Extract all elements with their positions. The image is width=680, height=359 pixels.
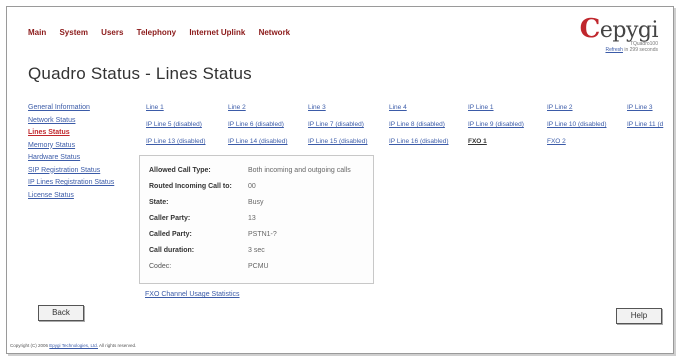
- copyright-suffix: All rights reserved.: [99, 343, 137, 348]
- copyright-prefix: Copyright (C) 2006: [10, 343, 49, 348]
- detail-label: Caller Party:: [149, 215, 191, 222]
- nav-main[interactable]: Main: [28, 28, 46, 37]
- detail-label: Codec:: [149, 263, 172, 270]
- line-details-panel: Allowed Call Type: Both incoming and out…: [139, 155, 374, 284]
- detail-label: Called Party:: [149, 231, 192, 238]
- line-link-ip-line-14[interactable]: IP Line 14 (disabled): [228, 138, 288, 145]
- line-link-fxo-2[interactable]: FXO 2: [547, 138, 566, 145]
- sidebar-item-lines-status[interactable]: Lines Status: [28, 129, 114, 142]
- nav-system[interactable]: System: [59, 28, 87, 37]
- line-link-ip-line-10[interactable]: IP Line 10 (disabled): [547, 121, 607, 128]
- line-link-ip-line-3[interactable]: IP Line 3: [627, 104, 653, 111]
- detail-value: PCMU: [248, 263, 269, 270]
- detail-value: 13: [248, 215, 256, 222]
- refresh-line: Refresh in 299 seconds: [578, 47, 658, 53]
- nav-users[interactable]: Users: [101, 28, 123, 37]
- status-sidebar: General Information Network Status Lines…: [28, 104, 114, 204]
- top-navigation: Main System Users Telephony Internet Upl…: [28, 28, 301, 37]
- logo-mark: Cepygi: [578, 14, 659, 44]
- company-link[interactable]: Epygi Technologies, Ltd.: [49, 343, 98, 348]
- nav-telephony[interactable]: Telephony: [137, 28, 176, 37]
- line-link-ip-line-16[interactable]: IP Line 16 (disabled): [389, 138, 449, 145]
- help-button[interactable]: Help: [616, 308, 662, 324]
- line-link-fxo-1[interactable]: FXO 1: [468, 138, 487, 145]
- line-link-ip-line-1[interactable]: IP Line 1: [468, 104, 494, 111]
- detail-label: Routed Incoming Call to:: [149, 183, 232, 190]
- back-button[interactable]: Back: [38, 305, 84, 321]
- detail-value: Busy: [248, 199, 264, 206]
- epygi-logo: Cepygi TQuadro100 Refresh in 299 seconds: [578, 14, 659, 53]
- line-link-line-2[interactable]: Line 2: [228, 104, 246, 111]
- logo-brand: epygi: [599, 18, 659, 43]
- nav-network[interactable]: Network: [259, 28, 291, 37]
- line-link-ip-line-11[interactable]: IP Line 11 (d: [627, 121, 663, 128]
- detail-label: State:: [149, 199, 169, 206]
- detail-value: PSTN1-?: [248, 231, 277, 238]
- line-link-ip-line-8[interactable]: IP Line 8 (disabled): [389, 121, 445, 128]
- fxo-usage-statistics-link[interactable]: FXO Channel Usage Statistics: [145, 291, 240, 298]
- line-link-ip-line-2[interactable]: IP Line 2: [547, 104, 573, 111]
- refresh-countdown: in 299 seconds: [624, 47, 658, 53]
- sidebar-item-memory-status[interactable]: Memory Status: [28, 142, 114, 155]
- line-link-ip-line-15[interactable]: IP Line 15 (disabled): [308, 138, 368, 145]
- sidebar-item-license-status[interactable]: License Status: [28, 192, 114, 205]
- copyright-footer: Copyright (C) 2006 Epygi Technologies, L…: [10, 343, 136, 348]
- refresh-link[interactable]: Refresh: [605, 47, 623, 53]
- line-link-line-3[interactable]: Line 3: [308, 104, 326, 111]
- line-link-ip-line-6[interactable]: IP Line 6 (disabled): [228, 121, 284, 128]
- detail-value: 00: [248, 183, 256, 190]
- page-title: Quadro Status - Lines Status: [28, 64, 252, 83]
- logo-c-icon: C: [579, 14, 601, 44]
- nav-internet-uplink[interactable]: Internet Uplink: [189, 28, 245, 37]
- sidebar-item-network-status[interactable]: Network Status: [28, 117, 114, 130]
- line-link-line-1[interactable]: Line 1: [146, 104, 164, 111]
- sidebar-item-hardware-status[interactable]: Hardware Status: [28, 154, 114, 167]
- detail-value: Both incoming and outgoing calls: [248, 167, 351, 174]
- detail-value: 3 sec: [248, 247, 265, 254]
- sidebar-item-general-information[interactable]: General Information: [28, 104, 114, 117]
- line-link-line-4[interactable]: Line 4: [389, 104, 407, 111]
- detail-label: Allowed Call Type:: [149, 167, 211, 174]
- detail-label: Call duration:: [149, 247, 195, 254]
- line-link-ip-line-9[interactable]: IP Line 9 (disabled): [468, 121, 524, 128]
- sidebar-item-ip-lines-registration-status[interactable]: IP Lines Registration Status: [28, 179, 114, 192]
- line-link-ip-line-13[interactable]: IP Line 13 (disabled): [146, 138, 206, 145]
- line-link-ip-line-5[interactable]: IP Line 5 (disabled): [146, 121, 202, 128]
- line-link-ip-line-7[interactable]: IP Line 7 (disabled): [308, 121, 364, 128]
- sidebar-item-sip-registration-status[interactable]: SIP Registration Status: [28, 167, 114, 180]
